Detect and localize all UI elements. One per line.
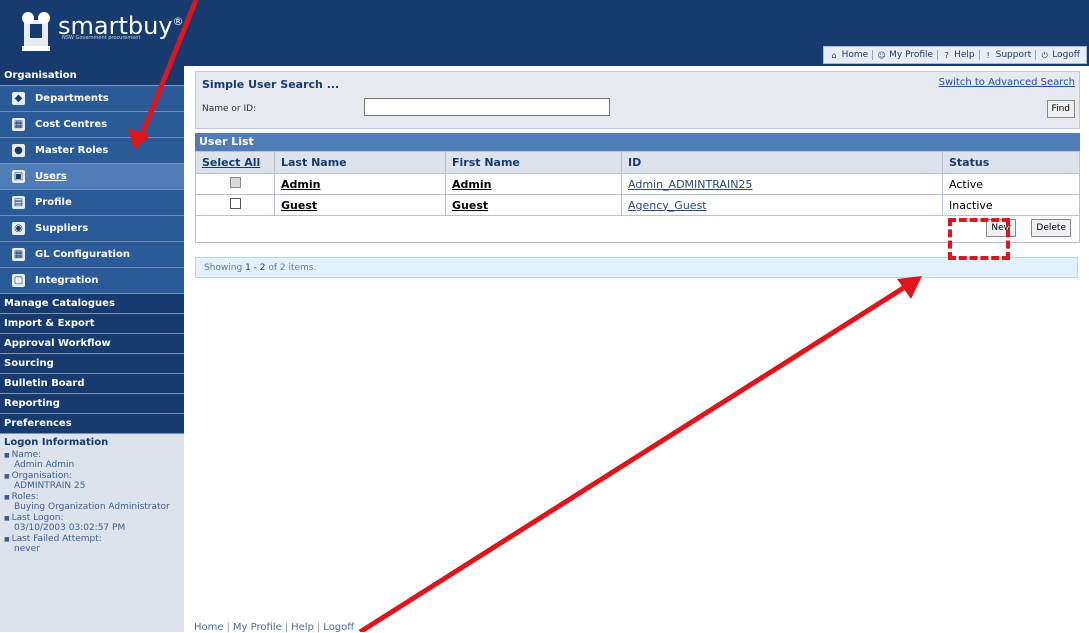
annotation-arrows xyxy=(128,0,922,632)
arrow-to-users-head xyxy=(128,128,150,150)
arrow-to-new-button xyxy=(358,284,907,632)
arrow-to-users xyxy=(139,0,199,135)
